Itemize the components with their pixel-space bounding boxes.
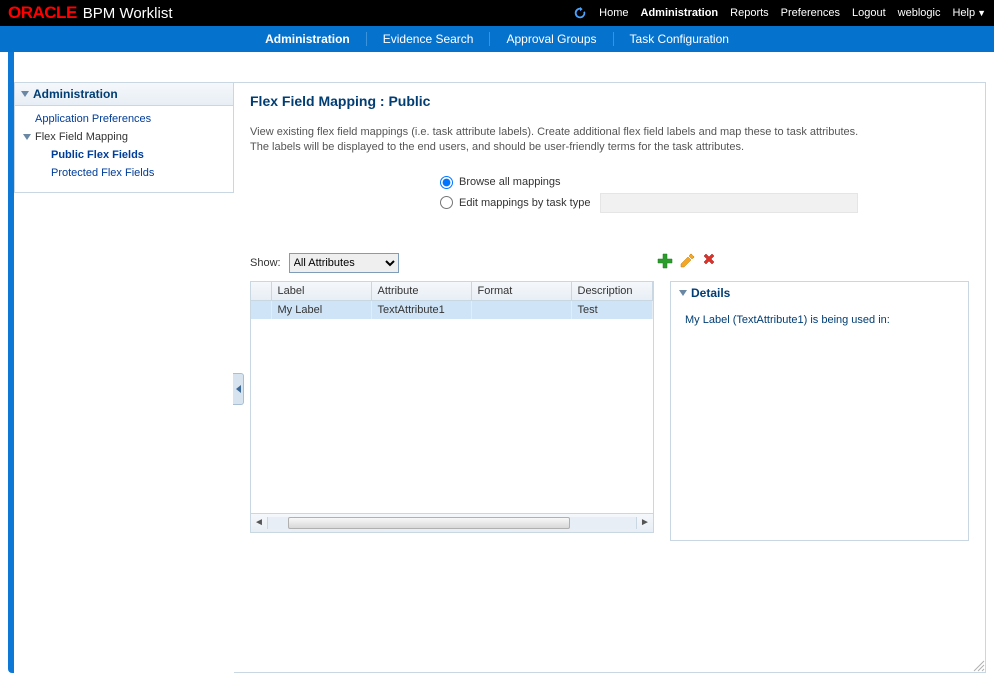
- mapping-table: Label Attribute Format Description: [250, 281, 654, 533]
- page-title: Flex Field Mapping : Public: [250, 93, 969, 109]
- nav-reports[interactable]: Reports: [730, 7, 769, 19]
- details-header[interactable]: Details: [671, 282, 968, 304]
- radio-edit-label: Edit mappings by task type: [459, 197, 590, 209]
- bluenav-approval-groups[interactable]: Approval Groups: [490, 32, 613, 46]
- top-nav: Home Administration Reports Preferences …: [573, 6, 986, 20]
- content-area: Flex Field Mapping : Public View existin…: [234, 82, 986, 673]
- delete-icon[interactable]: [701, 253, 717, 272]
- sidebar-panel: Administration Application Preferences F…: [14, 82, 234, 193]
- chevron-left-icon: [236, 385, 241, 393]
- cell-label: My Label: [271, 301, 371, 319]
- nav-preferences[interactable]: Preferences: [781, 7, 840, 19]
- col-label[interactable]: Label: [271, 282, 371, 301]
- desc-line-2: The labels will be displayed to the end …: [250, 140, 969, 155]
- scroll-left-icon[interactable]: ◄: [251, 517, 267, 528]
- add-icon[interactable]: [657, 253, 673, 272]
- edit-icon[interactable]: [679, 253, 695, 272]
- nav-logout[interactable]: Logout: [852, 7, 886, 19]
- radio-browse-label: Browse all mappings: [459, 176, 561, 188]
- show-label: Show:: [250, 257, 281, 269]
- nav-home[interactable]: Home: [599, 7, 628, 19]
- bluenav-evidence-search[interactable]: Evidence Search: [367, 32, 491, 46]
- tasktype-filter-input[interactable]: [600, 193, 858, 213]
- scroll-track[interactable]: [267, 517, 637, 529]
- cell-attribute: TextAttribute1: [371, 301, 471, 319]
- expand-icon: [23, 134, 31, 140]
- resize-handle-icon[interactable]: [971, 658, 985, 672]
- table-header-row: Label Attribute Format Description: [251, 282, 653, 301]
- details-body: My Label (TextAttribute1) is being used …: [671, 304, 968, 336]
- product-name: BPM Worklist: [83, 5, 173, 22]
- cell-description: Test: [571, 301, 653, 319]
- oracle-logo: ORACLE: [8, 3, 77, 23]
- sidebar-item-public-flex[interactable]: Public Flex Fields: [23, 146, 225, 164]
- row-handle[interactable]: [251, 301, 271, 319]
- horizontal-scrollbar[interactable]: ◄ ►: [251, 513, 653, 532]
- chevron-down-icon: ▼: [977, 8, 986, 18]
- desc-line-1: View existing flex field mappings (i.e. …: [250, 125, 969, 140]
- nav-help[interactable]: Help▼: [952, 7, 986, 19]
- sidebar-title: Administration: [33, 87, 118, 101]
- details-title: Details: [691, 286, 730, 300]
- nav-user: weblogic: [898, 7, 941, 19]
- table-row[interactable]: My Label TextAttribute1 Test: [251, 301, 653, 319]
- scroll-thumb[interactable]: [288, 517, 570, 529]
- collapse-icon: [679, 290, 687, 296]
- sidebar-item-protected-flex[interactable]: Protected Flex Fields: [23, 164, 225, 182]
- cell-format: [471, 301, 571, 319]
- topbar: ORACLE BPM Worklist Home Administration …: [0, 0, 994, 26]
- col-description[interactable]: Description: [571, 282, 653, 301]
- col-attribute[interactable]: Attribute: [371, 282, 471, 301]
- radio-edit-by-tasktype[interactable]: [440, 196, 453, 209]
- bluenav-task-configuration[interactable]: Task Configuration: [614, 32, 745, 46]
- radio-browse-all[interactable]: [440, 176, 453, 189]
- col-format[interactable]: Format: [471, 282, 571, 301]
- show-select[interactable]: All Attributes: [289, 253, 399, 273]
- page-description: View existing flex field mappings (i.e. …: [250, 125, 969, 156]
- blue-nav: Administration Evidence Search Approval …: [0, 26, 994, 52]
- details-panel: Details My Label (TextAttribute1) is bei…: [670, 281, 969, 541]
- bluenav-administration[interactable]: Administration: [249, 32, 367, 46]
- sidebar-collapse-handle[interactable]: [233, 373, 244, 405]
- sidebar-item-label: Flex Field Mapping: [35, 131, 128, 143]
- sidebar-item-app-prefs[interactable]: Application Preferences: [23, 110, 225, 128]
- scroll-right-icon[interactable]: ►: [637, 517, 653, 528]
- sidebar-item-flex-mapping[interactable]: Flex Field Mapping: [23, 128, 225, 146]
- nav-administration[interactable]: Administration: [641, 7, 719, 19]
- collapse-icon: [21, 91, 29, 97]
- refresh-icon[interactable]: [573, 6, 587, 20]
- sidebar-header[interactable]: Administration: [15, 83, 233, 106]
